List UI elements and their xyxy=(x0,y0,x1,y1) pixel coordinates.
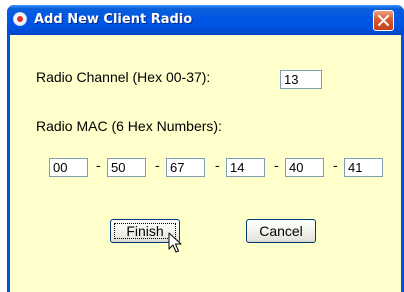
mac-octet-5-input[interactable]: 40 xyxy=(285,158,324,177)
title-bar[interactable]: Add New Client Radio xyxy=(7,5,404,35)
mac-octet-2-input[interactable]: 50 xyxy=(107,158,146,177)
channel-input[interactable]: 13 xyxy=(280,70,322,89)
mac-octet-3-input[interactable]: 67 xyxy=(166,158,205,177)
mac-label: Radio MAC (6 Hex Numbers): xyxy=(36,118,222,134)
mac-octet-6-input[interactable]: 41 xyxy=(344,158,383,177)
mac-separator: - xyxy=(155,157,160,173)
mac-separator: - xyxy=(333,157,338,173)
dialog-title: Add New Client Radio xyxy=(34,12,193,27)
mac-octet-4-input[interactable]: 14 xyxy=(226,158,265,177)
mac-octet-1-input[interactable]: 00 xyxy=(49,158,88,177)
close-icon xyxy=(378,15,389,26)
mac-separator: - xyxy=(96,157,101,173)
mouse-pointer-icon xyxy=(168,232,182,253)
finish-button-label: Finish xyxy=(114,223,176,239)
close-button[interactable] xyxy=(373,10,394,31)
dialog-body: Radio Channel (Hex 00-37): 13 Radio MAC … xyxy=(10,35,401,292)
mac-separator: - xyxy=(215,157,220,173)
mac-separator: - xyxy=(274,157,279,173)
app-icon xyxy=(14,13,26,25)
channel-label: Radio Channel (Hex 00-37): xyxy=(36,69,211,85)
dialog-window: Add New Client Radio Radio Channel (Hex … xyxy=(7,5,404,292)
cancel-button[interactable]: Cancel xyxy=(246,219,316,243)
